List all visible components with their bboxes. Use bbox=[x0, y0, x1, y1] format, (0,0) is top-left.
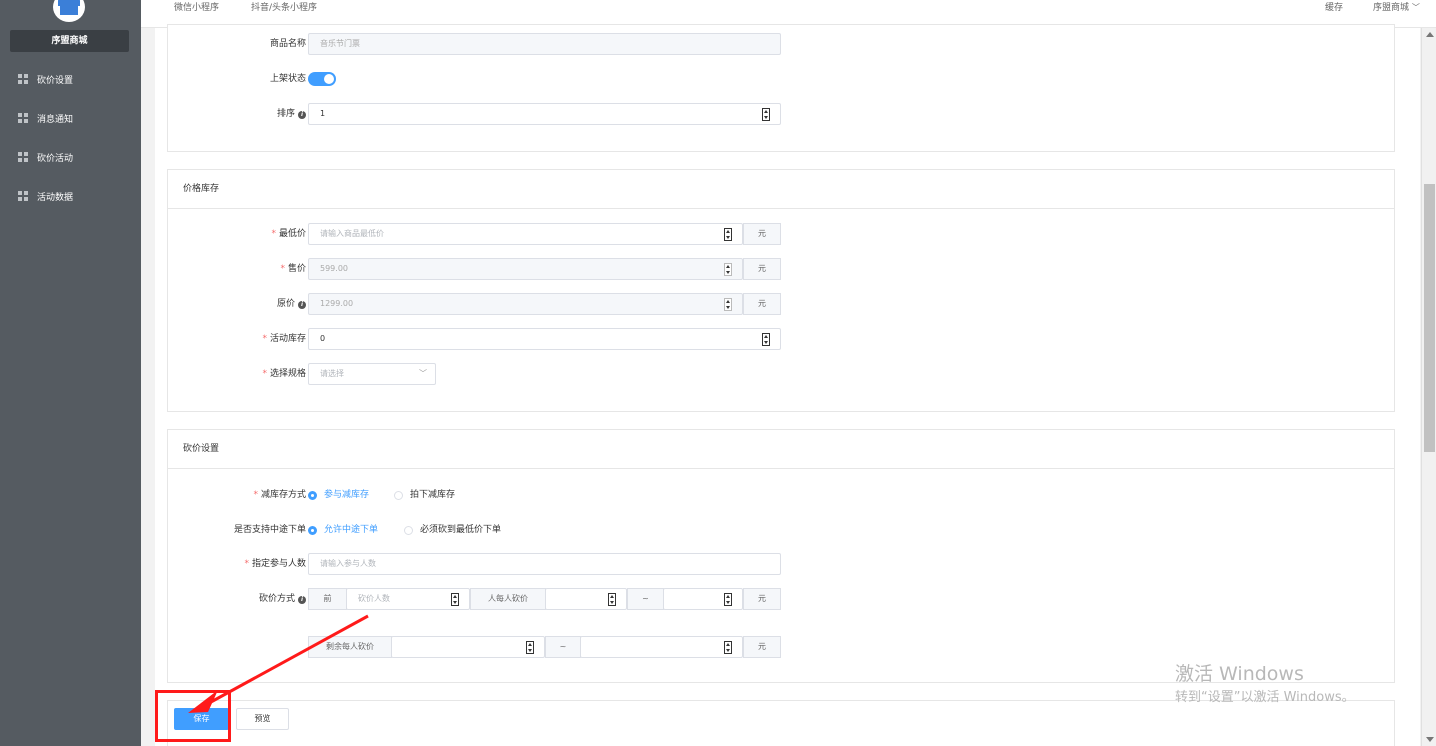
radio-order-reduce[interactable]: 拍下减库存 bbox=[394, 484, 455, 506]
panel-title: 价格库存 bbox=[168, 170, 1394, 209]
action-bar: 保存 预览 bbox=[167, 700, 1395, 746]
grid-icon bbox=[18, 152, 28, 162]
price-stock-panel: 价格库存 * 最低价 请输入商品最低价 元 * 售价 599.00 元 原价 i 12… bbox=[167, 169, 1395, 412]
sidebar: 序盟商城 砍价设置 消息通知 砍价活动 活动数据 bbox=[0, 0, 141, 746]
spec-select[interactable]: 请选择 ﹀ bbox=[308, 363, 436, 385]
sidebar-item-label: 砍价活动 bbox=[37, 153, 74, 164]
bargain-max-input[interactable] bbox=[663, 588, 743, 610]
cache-link[interactable]: 缓存 bbox=[1325, 0, 1343, 16]
sidebar-item-notifications[interactable]: 消息通知 bbox=[0, 107, 141, 129]
range-separator: ~ bbox=[627, 588, 664, 610]
radio-participate-reduce[interactable]: 参与减库存 bbox=[308, 484, 369, 506]
stepper-icon[interactable] bbox=[724, 593, 732, 606]
remaining-min-input[interactable] bbox=[391, 636, 545, 658]
bargain-min-input[interactable] bbox=[545, 588, 627, 610]
select-spec-label: * 选择规格 bbox=[262, 369, 306, 379]
participants-input[interactable]: 请输入参与人数 bbox=[308, 553, 781, 575]
activity-stock-label: * 活动库存 bbox=[262, 334, 306, 344]
remaining-max-input[interactable] bbox=[580, 636, 743, 658]
chevron-down-icon: ﹀ bbox=[419, 369, 427, 378]
stepper-icon[interactable] bbox=[608, 593, 616, 606]
min-price-input[interactable]: 请输入商品最低价 bbox=[308, 223, 743, 245]
participants-label: * 指定参与人数 bbox=[244, 559, 306, 569]
stepper-icon[interactable] bbox=[724, 228, 732, 241]
unit-addon: 元 bbox=[743, 293, 781, 315]
page-scrollbar[interactable] bbox=[1421, 28, 1436, 746]
sidebar-item-activity-data[interactable]: 活动数据 bbox=[0, 185, 141, 207]
unit-addon: 元 bbox=[743, 258, 781, 280]
windows-watermark-subtitle: 转到“设置”以激活 Windows。 bbox=[1175, 690, 1355, 705]
grid-icon bbox=[18, 113, 28, 123]
basic-info-panel: 商品名称 音乐节门票 上架状态 排序 i 1 bbox=[167, 24, 1395, 152]
sort-input[interactable]: 1 bbox=[308, 103, 781, 125]
store-logo-icon bbox=[53, 0, 85, 22]
stepper-icon[interactable] bbox=[451, 593, 459, 606]
listing-status-label: 上架状态 bbox=[269, 74, 306, 84]
product-name-label: 商品名称 bbox=[269, 39, 306, 49]
sale-price-label: * 售价 bbox=[280, 264, 306, 274]
stepper-icon[interactable] bbox=[724, 641, 732, 654]
tab-wechat-miniprogram[interactable]: 微信小程序 bbox=[174, 0, 219, 16]
sidebar-item-label: 活动数据 bbox=[37, 192, 74, 203]
bargain-method-label: 砍价方式 i bbox=[168, 588, 306, 610]
main-content: 商品名称 音乐节门票 上架状态 排序 i 1 价格库存 * 最低价 请输入商品最低价… bbox=[155, 24, 1420, 746]
original-price-input[interactable]: 1299.00 bbox=[308, 293, 743, 315]
account-name: 序盟商城 bbox=[1373, 3, 1410, 13]
radio-must-min-price[interactable]: 必须砍到最低价下单 bbox=[404, 519, 501, 541]
radio-allow-midway[interactable]: 允许中途下单 bbox=[308, 519, 378, 541]
sidebar-item-label: 消息通知 bbox=[37, 114, 74, 125]
midway-order-label: 是否支持中途下单 bbox=[233, 525, 306, 535]
stepper-icon[interactable] bbox=[762, 108, 770, 121]
panel-title: 砍价设置 bbox=[168, 430, 1394, 469]
stepper-icon[interactable] bbox=[762, 333, 770, 346]
bargain-count-input[interactable]: 砍价人数 bbox=[346, 588, 470, 610]
activity-stock-input[interactable]: 0 bbox=[308, 328, 781, 350]
info-icon: i bbox=[298, 596, 306, 604]
preview-button[interactable]: 预览 bbox=[236, 708, 289, 730]
annotation-highlight-box bbox=[155, 690, 231, 742]
sidebar-item-bargain-settings[interactable]: 砍价设置 bbox=[0, 68, 141, 90]
per-person-addon: 人每人砍价 bbox=[470, 588, 546, 610]
tab-douyin-miniprogram[interactable]: 抖音/头条小程序 bbox=[251, 0, 317, 16]
account-menu[interactable]: 序盟商城 ﹀ bbox=[1373, 0, 1420, 16]
front-addon: 前 bbox=[308, 588, 347, 610]
grid-icon bbox=[18, 191, 28, 201]
stepper-icon[interactable] bbox=[526, 641, 534, 654]
product-name-input[interactable]: 音乐节门票 bbox=[308, 33, 781, 55]
info-icon: i bbox=[298, 111, 306, 119]
range-separator: ~ bbox=[545, 636, 581, 658]
stepper-icon bbox=[724, 298, 732, 311]
chevron-down-icon: ﹀ bbox=[1411, 3, 1420, 12]
reduce-stock-label: * 减库存方式 bbox=[253, 490, 306, 500]
min-price-label: * 最低价 bbox=[271, 229, 306, 239]
original-price-label: 原价 i bbox=[168, 293, 306, 315]
scroll-down-icon[interactable] bbox=[1426, 737, 1434, 742]
stepper-icon bbox=[724, 263, 732, 276]
bargain-settings-panel: 砍价设置 * 减库存方式 参与减库存 拍下减库存 是否支持中途下单 允许中途下单 … bbox=[167, 429, 1395, 683]
listing-status-toggle[interactable] bbox=[308, 72, 336, 86]
sidebar-item-label: 砍价设置 bbox=[37, 75, 74, 86]
info-icon: i bbox=[298, 301, 306, 309]
sidebar-item-bargain-activities[interactable]: 砍价活动 bbox=[0, 146, 141, 168]
grid-icon bbox=[18, 74, 28, 84]
unit-addon: 元 bbox=[743, 636, 781, 658]
unit-addon: 元 bbox=[743, 223, 781, 245]
sale-price-input[interactable]: 599.00 bbox=[308, 258, 743, 280]
scroll-up-icon[interactable] bbox=[1426, 32, 1434, 37]
windows-watermark-title: 激活 Windows bbox=[1175, 663, 1304, 685]
unit-addon: 元 bbox=[743, 588, 781, 610]
sort-label: 排序 i bbox=[168, 103, 306, 125]
brand-name: 序盟商城 bbox=[10, 30, 129, 52]
remaining-addon: 剩余每人砍价 bbox=[308, 636, 392, 658]
scroll-thumb[interactable] bbox=[1424, 184, 1435, 452]
